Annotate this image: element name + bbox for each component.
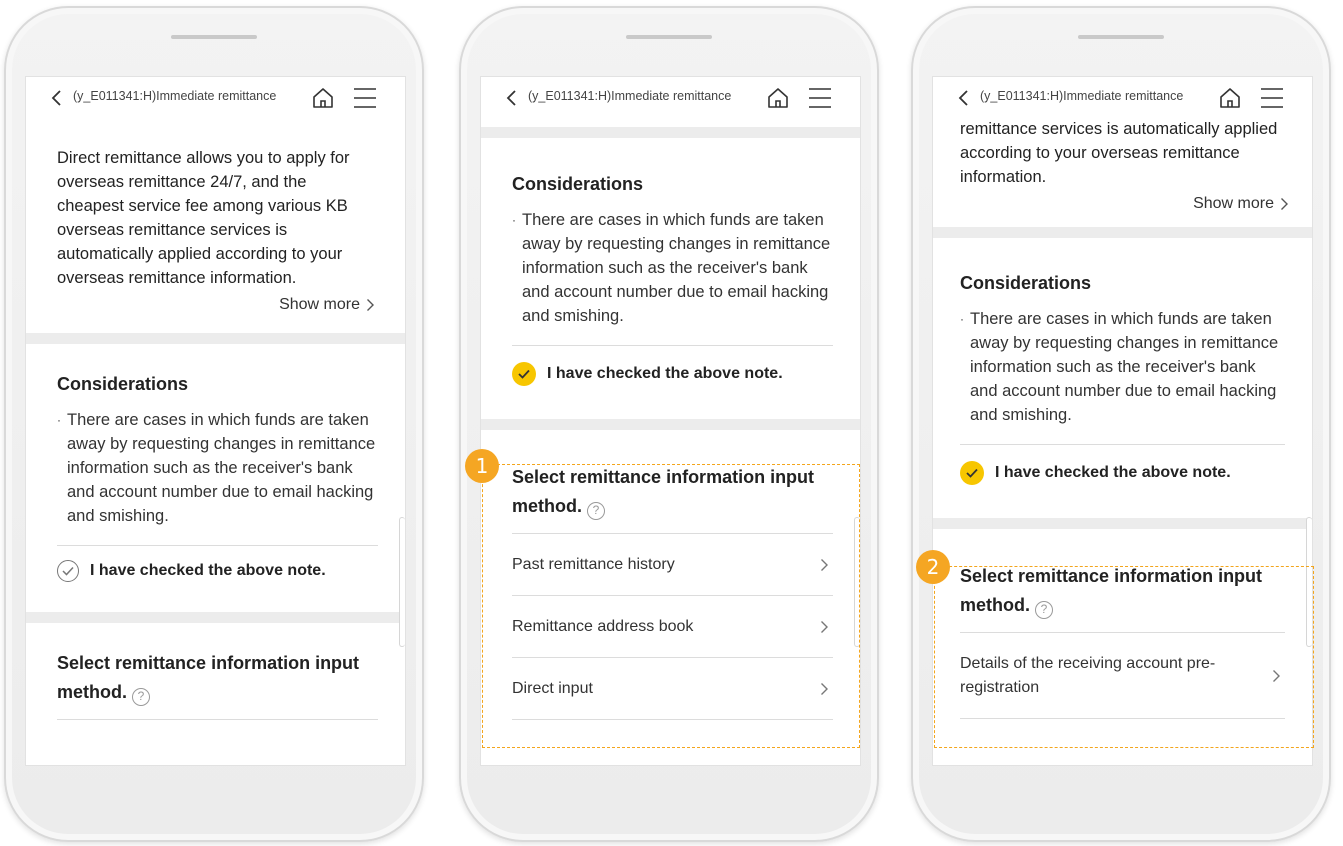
- hamburger-menu-icon[interactable]: [1260, 87, 1284, 109]
- top-nav: (y_E011341:H)Immediate remittance: [933, 77, 1312, 119]
- help-icon[interactable]: ?: [1035, 600, 1053, 619]
- option-past-remittance-history[interactable]: Past remittance history: [512, 533, 833, 595]
- note-checkbox-checked[interactable]: I have checked the above note.: [512, 362, 833, 386]
- note-check-label: I have checked the above note.: [995, 464, 1231, 481]
- scrollbar[interactable]: [854, 517, 860, 647]
- option-label: Direct input: [512, 679, 593, 697]
- top-nav: (y_E011341:H)Immediate remittance: [481, 77, 860, 119]
- option-label: Past remittance history: [512, 555, 675, 573]
- section-gap: [933, 518, 1312, 529]
- select-method-title-text: Select remittance information input meth…: [57, 653, 360, 702]
- considerations-bullet: · There are cases in which funds are tak…: [57, 408, 378, 528]
- back-arrow-icon[interactable]: [955, 89, 973, 107]
- section-gap: [481, 127, 860, 138]
- help-icon[interactable]: ?: [132, 687, 150, 706]
- nav-title: (y_E011341:H)Immediate remittance: [980, 89, 1184, 103]
- section-gap: [933, 227, 1312, 238]
- considerations-title: Considerations: [960, 273, 1092, 293]
- select-method-section: Select remittance information input meth…: [481, 430, 860, 720]
- option-label: Remittance address book: [512, 617, 694, 635]
- considerations-section: Considerations · There are cases in whic…: [26, 344, 405, 612]
- option-label: Details of the receiving account pre-reg…: [960, 654, 1216, 696]
- considerations-bullet-text: There are cases in which funds are taken…: [67, 411, 376, 525]
- note-checkbox-unchecked[interactable]: I have checked the above note.: [57, 560, 378, 582]
- nav-title: (y_E011341:H)Immediate remittance: [528, 89, 732, 103]
- considerations-section: Considerations · There are cases in whic…: [481, 138, 860, 419]
- intro-text-tail: remittance services is automatically app…: [960, 120, 1278, 186]
- considerations-section: Considerations · There are cases in whic…: [933, 238, 1312, 518]
- phone-frame-3: remittance services is automatically app…: [911, 6, 1331, 842]
- note-check-label: I have checked the above note.: [90, 562, 326, 579]
- considerations-bullet: · There are cases in which funds are tak…: [512, 208, 833, 328]
- phone-speaker: [171, 35, 257, 39]
- select-method-section: Select remittance information input meth…: [933, 529, 1312, 719]
- chevron-right-icon: [821, 682, 828, 695]
- select-method-section: Select remittance information input meth…: [26, 623, 405, 720]
- hamburger-menu-icon[interactable]: [353, 87, 377, 109]
- phone-speaker: [626, 35, 712, 39]
- back-arrow-icon[interactable]: [503, 89, 521, 107]
- phone-speaker: [1078, 35, 1164, 39]
- back-arrow-icon[interactable]: [48, 89, 66, 107]
- hamburger-menu-icon[interactable]: [808, 87, 832, 109]
- bullet-dot-icon: ·: [960, 312, 964, 326]
- section-gap: [26, 612, 405, 623]
- chevron-right-icon: [1273, 669, 1280, 682]
- option-remittance-address-book[interactable]: Remittance address book: [512, 595, 833, 657]
- considerations-bullet-text: There are cases in which funds are taken…: [970, 310, 1279, 424]
- phone-screen-3: remittance services is automatically app…: [932, 76, 1313, 766]
- check-circle-filled-icon: [512, 362, 536, 386]
- check-circle-filled-icon: [960, 461, 984, 485]
- phone-frame-2: (y_E011341:H)Immediate remittance Consid…: [459, 6, 879, 842]
- step-badge-2: 2: [916, 550, 950, 584]
- step-badge-1: 1: [465, 449, 499, 483]
- show-more-label: Show more: [1193, 195, 1274, 212]
- divider: [960, 718, 1285, 719]
- phone-screen-1: (y_E011341:H)Immediate remittance Direct…: [25, 76, 406, 766]
- show-more-link[interactable]: Show more: [933, 195, 1312, 213]
- phone-frame-1: (y_E011341:H)Immediate remittance Direct…: [4, 6, 424, 842]
- select-method-title: Select remittance information input meth…: [512, 463, 833, 521]
- considerations-title: Considerations: [512, 174, 644, 194]
- section-gap: [481, 419, 860, 430]
- show-more-link[interactable]: Show more: [26, 296, 405, 314]
- chevron-right-icon: [367, 299, 374, 311]
- select-method-title-text: Select remittance information input meth…: [512, 467, 815, 516]
- scrollbar[interactable]: [1306, 517, 1312, 647]
- considerations-title: Considerations: [57, 374, 189, 394]
- bullet-dot-icon: ·: [512, 213, 516, 227]
- chevron-right-icon: [1281, 198, 1288, 210]
- scrollbar[interactable]: [399, 517, 405, 647]
- considerations-bullet-text: There are cases in which funds are taken…: [522, 211, 831, 325]
- select-method-title-text: Select remittance information input meth…: [960, 566, 1263, 615]
- divider: [57, 719, 378, 720]
- select-method-title: Select remittance information input meth…: [960, 562, 1285, 620]
- home-icon[interactable]: [311, 86, 335, 110]
- option-receiving-account-preregistration[interactable]: Details of the receiving account pre-reg…: [960, 632, 1285, 718]
- intro-text: Direct remittance allows you to apply fo…: [57, 149, 350, 287]
- option-direct-input[interactable]: Direct input: [512, 657, 833, 719]
- note-check-label: I have checked the above note.: [547, 365, 783, 382]
- select-method-title: Select remittance information input meth…: [57, 649, 378, 707]
- phone-screen-2: (y_E011341:H)Immediate remittance Consid…: [480, 76, 861, 766]
- considerations-bullet: · There are cases in which funds are tak…: [960, 307, 1285, 427]
- section-gap: [26, 333, 405, 344]
- top-nav: (y_E011341:H)Immediate remittance: [26, 77, 405, 119]
- bullet-dot-icon: ·: [57, 413, 61, 427]
- chevron-right-icon: [821, 620, 828, 633]
- home-icon[interactable]: [1218, 86, 1242, 110]
- divider: [512, 719, 833, 720]
- home-icon[interactable]: [766, 86, 790, 110]
- chevron-right-icon: [821, 558, 828, 571]
- note-checkbox-checked[interactable]: I have checked the above note.: [960, 461, 1285, 485]
- nav-title: (y_E011341:H)Immediate remittance: [73, 89, 277, 103]
- show-more-label: Show more: [279, 296, 360, 313]
- help-icon[interactable]: ?: [587, 501, 605, 520]
- check-circle-outline-icon: [57, 560, 79, 582]
